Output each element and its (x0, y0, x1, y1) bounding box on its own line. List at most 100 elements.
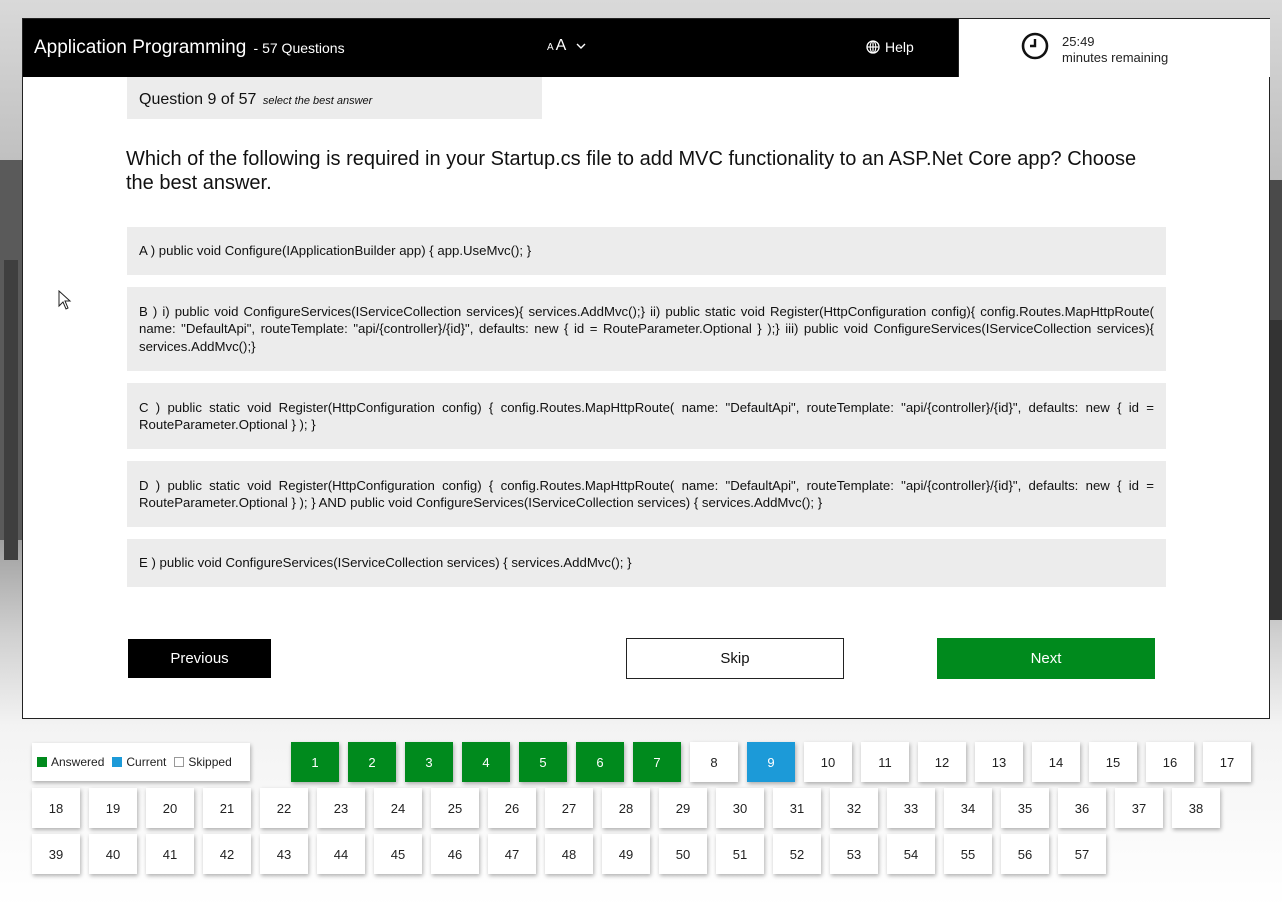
answer-option-text: D ) public static void Register(HttpConf… (139, 477, 1154, 511)
question-nav-55[interactable]: 55 (944, 834, 992, 874)
answer-option-text: C ) public static void Register(HttpConf… (139, 399, 1154, 433)
current-swatch (112, 757, 123, 767)
question-nav-4[interactable]: 4 (462, 742, 510, 782)
question-nav-44[interactable]: 44 (317, 834, 365, 874)
question-nav-9[interactable]: 9 (747, 742, 795, 782)
question-header: Question 9 of 57 select the best answer (127, 77, 542, 119)
status-legend: Answered Current Skipped (32, 743, 250, 781)
answer-option-b[interactable]: B ) i) public void ConfigureServices(ISe… (127, 287, 1166, 371)
legend-answered-label: Answered (51, 755, 105, 769)
question-nav-54[interactable]: 54 (887, 834, 935, 874)
question-nav-1[interactable]: 1 (291, 742, 339, 782)
legend-skipped-label: Skipped (188, 755, 232, 769)
answer-option-d[interactable]: D ) public static void Register(HttpConf… (127, 461, 1166, 527)
question-nav-28[interactable]: 28 (602, 788, 650, 828)
question-nav-26[interactable]: 26 (488, 788, 536, 828)
question-nav-11[interactable]: 11 (861, 742, 909, 782)
question-nav-45[interactable]: 45 (374, 834, 422, 874)
question-nav-5[interactable]: 5 (519, 742, 567, 782)
answer-option-c[interactable]: C ) public static void Register(HttpConf… (127, 383, 1166, 449)
question-nav-33[interactable]: 33 (887, 788, 935, 828)
answer-option-text: A ) public void Configure(IApplicationBu… (139, 243, 532, 259)
skip-button[interactable]: Skip (626, 638, 844, 679)
question-nav-8[interactable]: 8 (690, 742, 738, 782)
question-nav-47[interactable]: 47 (488, 834, 536, 874)
question-nav-2[interactable]: 2 (348, 742, 396, 782)
question-nav-6[interactable]: 6 (576, 742, 624, 782)
skipped-swatch (174, 757, 185, 767)
question-nav-42[interactable]: 42 (203, 834, 251, 874)
question-nav-22[interactable]: 22 (260, 788, 308, 828)
question-nav-39[interactable]: 39 (32, 834, 80, 874)
question-nav-18[interactable]: 18 (32, 788, 80, 828)
question-nav-53[interactable]: 53 (830, 834, 878, 874)
question-nav-17[interactable]: 17 (1203, 742, 1251, 782)
question-nav-29[interactable]: 29 (659, 788, 707, 828)
question-nav-41[interactable]: 41 (146, 834, 194, 874)
question-nav-27[interactable]: 27 (545, 788, 593, 828)
timer-value: 25:49 (1062, 34, 1095, 49)
question-nav-19[interactable]: 19 (89, 788, 137, 828)
chevron-down-icon (576, 43, 586, 49)
question-nav-56[interactable]: 56 (1001, 834, 1049, 874)
clock-icon (1021, 32, 1049, 60)
question-nav-38[interactable]: 38 (1172, 788, 1220, 828)
answered-swatch (37, 757, 47, 767)
answer-option-e[interactable]: E ) public void ConfigureServices(IServi… (127, 539, 1166, 587)
question-nav-25[interactable]: 25 (431, 788, 479, 828)
font-size-large-icon: A (555, 37, 567, 54)
question-nav-20[interactable]: 20 (146, 788, 194, 828)
question-number: Question 9 of 57 (139, 91, 257, 108)
question-nav-30[interactable]: 30 (716, 788, 764, 828)
previous-button[interactable]: Previous (128, 639, 271, 678)
question-nav-57[interactable]: 57 (1058, 834, 1106, 874)
question-nav-14[interactable]: 14 (1032, 742, 1080, 782)
question-nav-31[interactable]: 31 (773, 788, 821, 828)
question-text: Which of the following is required in yo… (126, 148, 1137, 194)
question-nav-10[interactable]: 10 (804, 742, 852, 782)
answer-option-text: B ) i) public void ConfigureServices(ISe… (139, 303, 1154, 354)
next-button[interactable]: Next (937, 638, 1155, 679)
font-size-small-icon: A (547, 42, 554, 53)
question-nav-24[interactable]: 24 (374, 788, 422, 828)
question-nav-13[interactable]: 13 (975, 742, 1023, 782)
question-nav-34[interactable]: 34 (944, 788, 992, 828)
question-nav-48[interactable]: 48 (545, 834, 593, 874)
question-nav-49[interactable]: 49 (602, 834, 650, 874)
question-nav-32[interactable]: 32 (830, 788, 878, 828)
answer-option-text: E ) public void ConfigureServices(IServi… (139, 555, 632, 571)
question-nav-7[interactable]: 7 (633, 742, 681, 782)
legend-answered: Answered (37, 755, 104, 769)
question-nav-37[interactable]: 37 (1115, 788, 1163, 828)
question-nav-15[interactable]: 15 (1089, 742, 1137, 782)
question-nav-16[interactable]: 16 (1146, 742, 1194, 782)
help-label: Help (885, 39, 914, 55)
question-nav-23[interactable]: 23 (317, 788, 365, 828)
question-count: - 57 Questions (253, 40, 345, 56)
exam-title: Application Programming - 57 Questions (34, 37, 345, 59)
legend-skipped: Skipped (174, 755, 232, 769)
top-bar: Application Programming - 57 Questions A… (23, 19, 958, 77)
timer-panel: 25:49 minutes remaining (958, 19, 1270, 77)
font-size-selector[interactable]: A A (547, 37, 586, 55)
question-nav-3[interactable]: 3 (405, 742, 453, 782)
question-nav-35[interactable]: 35 (1001, 788, 1049, 828)
question-nav-36[interactable]: 36 (1058, 788, 1106, 828)
legend-current: Current (112, 755, 166, 769)
answer-option-a[interactable]: A ) public void Configure(IApplicationBu… (127, 227, 1166, 275)
globe-icon (866, 40, 880, 54)
question-nav-40[interactable]: 40 (89, 834, 137, 874)
question-nav-50[interactable]: 50 (659, 834, 707, 874)
question-nav-12[interactable]: 12 (918, 742, 966, 782)
exam-name: Application Programming (34, 37, 247, 58)
exam-panel: Application Programming - 57 Questions A… (22, 18, 1270, 719)
timer-label: minutes remaining (1062, 50, 1169, 65)
question-nav-46[interactable]: 46 (431, 834, 479, 874)
legend-current-label: Current (126, 755, 167, 769)
question-nav-43[interactable]: 43 (260, 834, 308, 874)
question-nav-52[interactable]: 52 (773, 834, 821, 874)
question-nav-21[interactable]: 21 (203, 788, 251, 828)
question-hint: select the best answer (262, 95, 373, 107)
question-nav-51[interactable]: 51 (716, 834, 764, 874)
help-button[interactable]: Help (866, 39, 914, 55)
